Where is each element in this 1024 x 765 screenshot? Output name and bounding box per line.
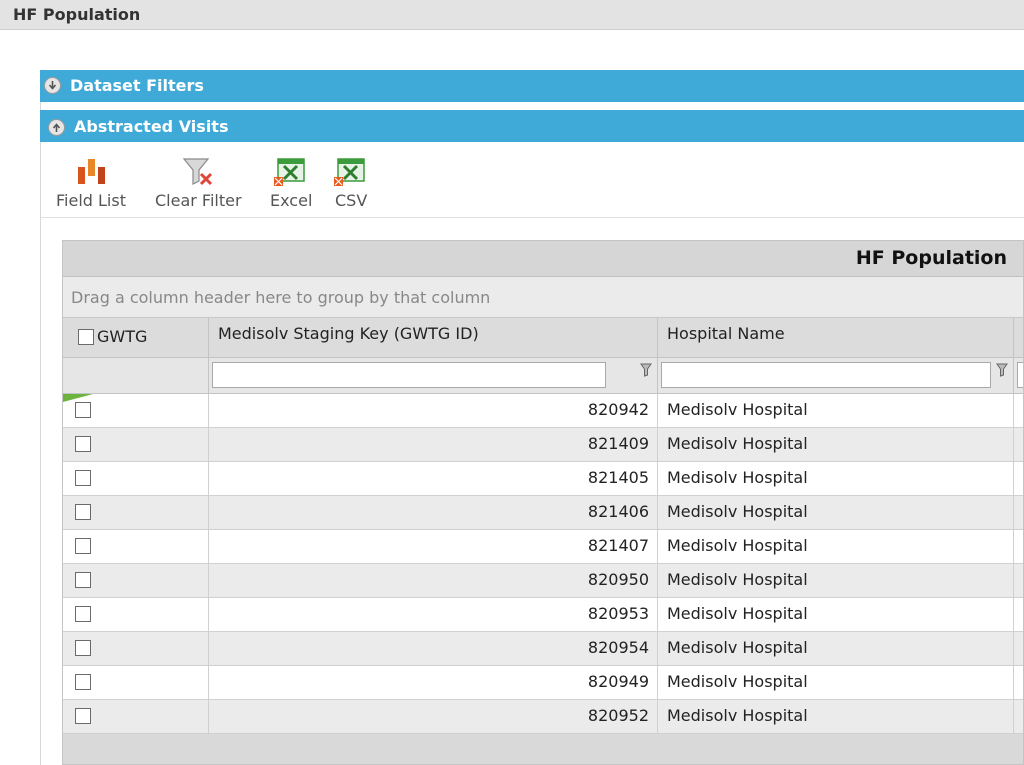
select-all-checkbox[interactable] [78, 329, 94, 345]
staging-key-cell: 821407 [587, 536, 649, 555]
grid-title: HF Population [855, 247, 1007, 269]
csv-icon [334, 158, 365, 186]
table-row[interactable]: 820942 Medisolv Hospital [63, 394, 1023, 428]
expand-down-icon[interactable] [44, 77, 61, 94]
staging-key-cell: 820952 [587, 706, 649, 725]
hospital-name-cell: Medisolv Hospital [667, 570, 808, 589]
column-header-hospital-name-label: Hospital Name [667, 324, 785, 343]
hospital-name-cell: Medisolv Hospital [667, 400, 808, 419]
table-row[interactable]: 821406 Medisolv Hospital [63, 496, 1023, 530]
table-row[interactable]: 820952 Medisolv Hospital [63, 700, 1023, 734]
staging-key-cell: 820953 [587, 604, 649, 623]
row-checkbox[interactable] [75, 674, 91, 690]
hospital-name-cell: Medisolv Hospital [667, 536, 808, 555]
group-by-drop-area[interactable]: Drag a column header here to group by th… [63, 277, 1023, 318]
row-checkbox[interactable] [75, 572, 91, 588]
filter-row [63, 358, 1023, 394]
column-header-hospital-name[interactable]: Hospital Name [658, 318, 1014, 358]
excel-export-button[interactable]: Excel [270, 148, 316, 218]
hospital-name-cell: Medisolv Hospital [667, 502, 808, 521]
table-row[interactable]: 820953 Medisolv Hospital [63, 598, 1023, 632]
table-row[interactable]: 821409 Medisolv Hospital [63, 428, 1023, 462]
grid-title-bar: HF Population [63, 241, 1023, 277]
staging-key-cell: 820942 [587, 400, 649, 419]
column-header-row: GWTG Medisolv Staging Key (GWTG ID) Hosp… [63, 318, 1023, 358]
hospital-name-cell: Medisolv Hospital [667, 672, 808, 691]
csv-label: CSV [335, 191, 368, 210]
column-header-staging-key[interactable]: Medisolv Staging Key (GWTG ID) [209, 318, 658, 358]
toolbar: Field List Clear Filter Excel CSV [41, 148, 1024, 218]
row-checkbox[interactable] [75, 538, 91, 554]
row-checkbox[interactable] [75, 402, 91, 418]
row-checkbox[interactable] [75, 470, 91, 486]
dataset-filters-label: Dataset Filters [70, 76, 204, 95]
staging-key-cell: 821409 [587, 434, 649, 453]
hospital-name-cell: Medisolv Hospital [667, 706, 808, 725]
hospital-name-filter-input[interactable] [661, 362, 991, 388]
clear-filter-label: Clear Filter [155, 191, 242, 210]
excel-label: Excel [270, 191, 313, 210]
hospital-name-cell: Medisolv Hospital [667, 638, 808, 657]
data-grid: HF Population Drag a column header here … [62, 240, 1024, 765]
table-row[interactable]: 821407 Medisolv Hospital [63, 530, 1023, 564]
field-list-button[interactable]: Field List [56, 148, 130, 218]
csv-export-button[interactable]: CSV [334, 148, 375, 218]
excel-icon [274, 158, 305, 186]
row-checkbox[interactable] [75, 640, 91, 656]
filter-cell-hospital-name [658, 358, 1014, 394]
staging-key-cell: 820950 [587, 570, 649, 589]
dataset-filters-panel-header[interactable]: Dataset Filters [40, 70, 1024, 102]
row-checkbox[interactable] [75, 606, 91, 622]
collapse-up-icon[interactable] [48, 119, 65, 136]
field-list-icon [78, 159, 105, 184]
field-list-label: Field List [56, 191, 126, 210]
staging-key-filter-input[interactable] [212, 362, 606, 388]
filter-cell-gwtg [63, 358, 209, 394]
clear-filter-button[interactable]: Clear Filter [155, 148, 251, 218]
abstracted-visits-panel-header[interactable]: Abstracted Visits [40, 110, 1024, 142]
hospital-name-cell: Medisolv Hospital [667, 468, 808, 487]
filter-cell-staging-key [209, 358, 658, 394]
column-header-gwtg[interactable]: GWTG [63, 318, 209, 358]
staging-key-cell: 821406 [587, 502, 649, 521]
staging-key-cell: 820949 [587, 672, 649, 691]
group-by-hint: Drag a column header here to group by th… [71, 288, 491, 307]
window-title: HF Population [13, 5, 141, 24]
row-checkbox[interactable] [75, 708, 91, 724]
staging-key-cell: 821405 [587, 468, 649, 487]
column-header-gwtg-label: GWTG [97, 327, 148, 346]
next-column-filter-input[interactable] [1017, 362, 1023, 388]
selected-row-marker [63, 394, 93, 402]
filter-icon[interactable] [996, 363, 1008, 377]
table-row[interactable]: 821405 Medisolv Hospital [63, 462, 1023, 496]
filter-icon[interactable] [640, 363, 652, 377]
row-checkbox[interactable] [75, 504, 91, 520]
table-row[interactable]: 820950 Medisolv Hospital [63, 564, 1023, 598]
column-header-staging-key-label: Medisolv Staging Key (GWTG ID) [218, 324, 479, 343]
staging-key-cell: 820954 [587, 638, 649, 657]
abstracted-visits-label: Abstracted Visits [74, 117, 229, 136]
clear-filter-icon [182, 158, 213, 186]
table-row[interactable]: 820954 Medisolv Hospital [63, 632, 1023, 666]
row-checkbox[interactable] [75, 436, 91, 452]
window-title-bar: HF Population [0, 0, 1024, 30]
hospital-name-cell: Medisolv Hospital [667, 434, 808, 453]
table-row[interactable]: 820949 Medisolv Hospital [63, 666, 1023, 700]
hospital-name-cell: Medisolv Hospital [667, 604, 808, 623]
